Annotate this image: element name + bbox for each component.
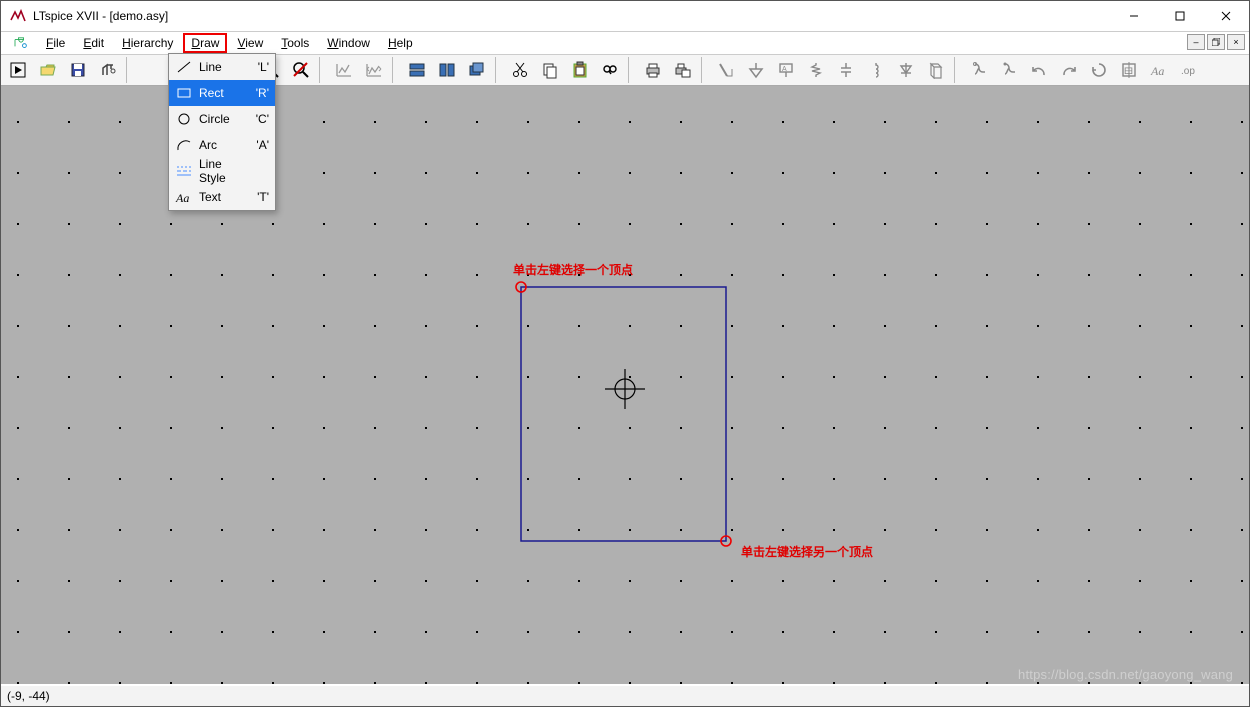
draw-menu-rect[interactable]: Rect'R' bbox=[169, 80, 275, 106]
label-button[interactable]: A bbox=[772, 56, 800, 84]
menu-bar: FileEditHierarchyDrawViewToolsWindowHelp… bbox=[1, 32, 1249, 55]
arc-icon bbox=[173, 135, 195, 155]
menu-item-hotkey: 'R' bbox=[249, 86, 269, 100]
svg-text:Aa: Aa bbox=[175, 191, 189, 205]
menu-item-hotkey: 'C' bbox=[249, 112, 269, 126]
undo-button[interactable] bbox=[1025, 56, 1053, 84]
status-coords: (-9, -44) bbox=[7, 689, 50, 703]
capacitor-button[interactable] bbox=[832, 56, 860, 84]
inductor-button[interactable] bbox=[862, 56, 890, 84]
rotate-button[interactable] bbox=[1085, 56, 1113, 84]
app-icon bbox=[9, 7, 27, 25]
draw-menu-circle[interactable]: Circle'C' bbox=[169, 106, 275, 132]
origin-crosshair bbox=[605, 369, 645, 409]
draw-menu-dropdown: Line'L'Rect'R'Circle'C'Arc'A'Line StyleA… bbox=[168, 53, 276, 211]
draw-menu-text[interactable]: Aa Text'T' bbox=[169, 184, 275, 210]
text-icon: Aa bbox=[173, 187, 195, 207]
wire-button[interactable] bbox=[712, 56, 740, 84]
menu-item-label: Line bbox=[199, 60, 249, 74]
svg-text:.op: .op bbox=[1181, 66, 1195, 77]
resistor-button[interactable] bbox=[802, 56, 830, 84]
component-button[interactable] bbox=[922, 56, 950, 84]
mirror-button[interactable]: EE bbox=[1115, 56, 1143, 84]
svg-text:E: E bbox=[1127, 66, 1133, 76]
annotation-bottom: 单击左键选择另一个顶点 bbox=[741, 543, 873, 560]
ground-button[interactable] bbox=[742, 56, 770, 84]
mdi-restore[interactable] bbox=[1207, 34, 1225, 50]
menu-blank-icon bbox=[6, 35, 36, 51]
menu-tools[interactable]: Tools bbox=[273, 33, 317, 53]
menu-item-label: Rect bbox=[199, 86, 249, 100]
move-button[interactable] bbox=[965, 56, 993, 84]
print-setup-button[interactable] bbox=[669, 56, 697, 84]
menu-item-label: Arc bbox=[199, 138, 249, 152]
menu-hierarchy[interactable]: Hierarchy bbox=[114, 33, 181, 53]
window-title: LTspice XVII - [demo.asy] bbox=[33, 9, 168, 23]
title-bar: LTspice XVII - [demo.asy] bbox=[1, 1, 1249, 32]
circle-icon bbox=[173, 109, 195, 129]
menu-item-label: Line Style bbox=[199, 157, 249, 185]
menu-draw[interactable]: Draw bbox=[183, 33, 227, 53]
draw-menu-line[interactable]: Line'L' bbox=[169, 54, 275, 80]
svg-text:A: A bbox=[782, 66, 787, 73]
draw-menu-line-style[interactable]: Line Style bbox=[169, 158, 275, 184]
print-button[interactable] bbox=[639, 56, 667, 84]
open-button[interactable] bbox=[34, 56, 62, 84]
svg-text:Aa: Aa bbox=[1150, 64, 1164, 78]
mdi-minimize[interactable]: – bbox=[1187, 34, 1205, 50]
toolbar-separator bbox=[954, 57, 961, 83]
linestyle-icon bbox=[173, 161, 195, 181]
cut-button[interactable] bbox=[506, 56, 534, 84]
draw-menu-arc[interactable]: Arc'A' bbox=[169, 132, 275, 158]
autorange-x-button[interactable] bbox=[360, 56, 388, 84]
tile-v-button[interactable] bbox=[433, 56, 461, 84]
cascade-button[interactable] bbox=[463, 56, 491, 84]
menu-item-hotkey: 'A' bbox=[249, 138, 269, 152]
menu-file[interactable]: File bbox=[38, 33, 73, 53]
drag-button[interactable] bbox=[995, 56, 1023, 84]
rect-icon bbox=[173, 83, 195, 103]
toolbar-separator bbox=[126, 57, 133, 83]
app-window: LTspice XVII - [demo.asy] FileEditHierar… bbox=[0, 0, 1250, 707]
copy-button[interactable] bbox=[536, 56, 564, 84]
minimize-button[interactable] bbox=[1111, 1, 1157, 31]
autorange-button[interactable] bbox=[330, 56, 358, 84]
mdi-window-controls: – × bbox=[1187, 34, 1245, 50]
menu-item-label: Circle bbox=[199, 112, 249, 126]
zoom-no-button[interactable] bbox=[287, 56, 315, 84]
menu-view[interactable]: View bbox=[229, 33, 271, 53]
toolbar-separator bbox=[319, 57, 326, 83]
control-panel-button[interactable] bbox=[94, 56, 122, 84]
redo-button[interactable] bbox=[1055, 56, 1083, 84]
menu-edit[interactable]: Edit bbox=[75, 33, 112, 53]
menu-window[interactable]: Window bbox=[319, 33, 378, 53]
line-icon bbox=[173, 57, 195, 77]
paste-button[interactable] bbox=[566, 56, 594, 84]
spice-directive-button[interactable]: .op bbox=[1175, 56, 1203, 84]
menu-item-hotkey: 'L' bbox=[249, 60, 269, 74]
watermark: https://blog.csdn.net/gaoyong_wang bbox=[1018, 667, 1233, 682]
drawn-rect bbox=[521, 287, 726, 541]
mdi-close[interactable]: × bbox=[1227, 34, 1245, 50]
menu-item-hotkey: 'T' bbox=[249, 190, 269, 204]
find-button[interactable] bbox=[596, 56, 624, 84]
toolbar-separator bbox=[628, 57, 635, 83]
menu-item-label: Text bbox=[199, 190, 249, 204]
toolbar-separator bbox=[495, 57, 502, 83]
text-aa-button[interactable]: Aa bbox=[1145, 56, 1173, 84]
toolbar-separator bbox=[701, 57, 708, 83]
maximize-button[interactable] bbox=[1157, 1, 1203, 31]
menu-help[interactable]: Help bbox=[380, 33, 421, 53]
diode-button[interactable] bbox=[892, 56, 920, 84]
toolbar-separator bbox=[392, 57, 399, 83]
tile-h-button[interactable] bbox=[403, 56, 431, 84]
status-bar: (-9, -44) bbox=[1, 684, 1249, 706]
save-button[interactable] bbox=[64, 56, 92, 84]
annotation-top: 单击左键选择一个顶点 bbox=[513, 261, 633, 278]
run-button[interactable] bbox=[4, 56, 32, 84]
tb-placeholder-1[interactable] bbox=[137, 56, 165, 84]
close-button[interactable] bbox=[1203, 1, 1249, 31]
